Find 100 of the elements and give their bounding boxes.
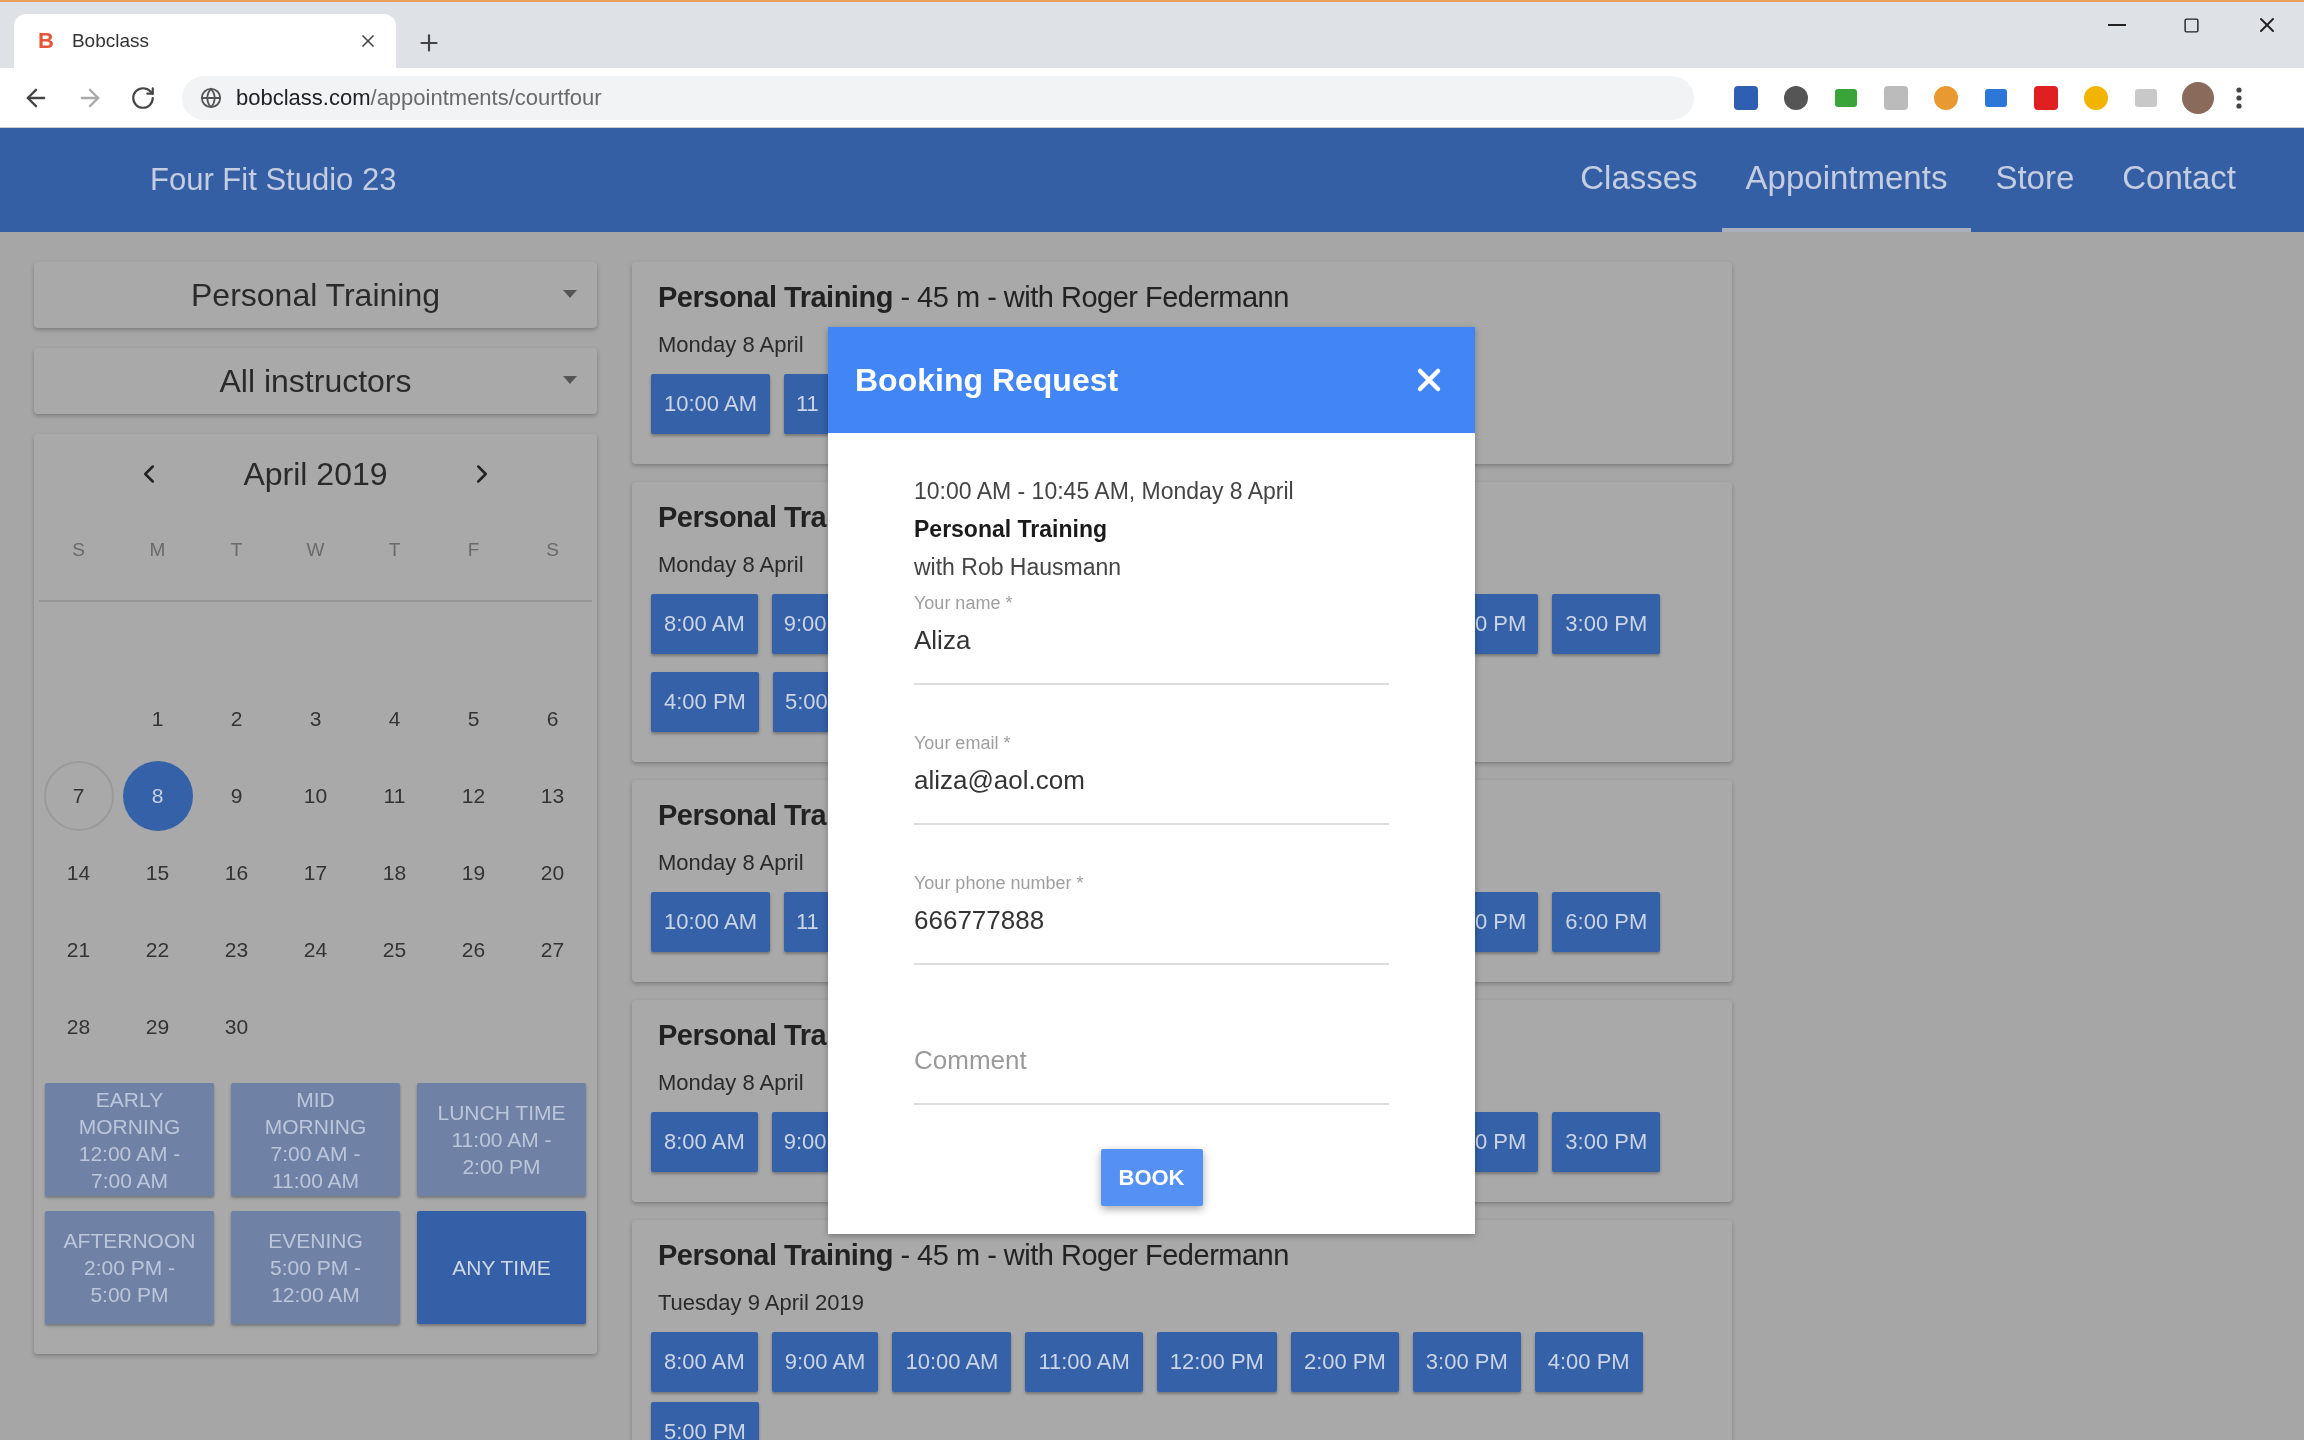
address-bar[interactable]: bobclass.com/appointments/courtfour: [182, 75, 1694, 120]
calendar-day[interactable]: 12: [438, 760, 509, 831]
session-title: Personal Training - 45 m - with Roger Federmann: [657, 280, 1289, 315]
session-title: Personal Tra: [657, 798, 827, 833]
calendar-day[interactable]: 28: [43, 991, 114, 1062]
time-slot-button[interactable]: 9:00 AM: [771, 1332, 879, 1392]
time-slot-button[interactable]: 5:00: [772, 672, 828, 732]
time-slot-button[interactable]: 4:00 PM: [1534, 1332, 1643, 1392]
calendar-day[interactable]: 7: [43, 760, 114, 831]
calendar-day[interactable]: 6: [517, 683, 588, 754]
field-label: Your phone number *: [914, 872, 1084, 895]
weekday-label: M: [118, 500, 197, 602]
time-slot-button[interactable]: 5:00 PM: [651, 1402, 759, 1440]
calendar-day[interactable]: 5: [438, 683, 509, 754]
time-range-button[interactable]: LUNCH TIME 11:00 AM - 2:00 PM: [417, 1083, 586, 1196]
session-date: Tuesday 9 April 2019: [657, 1290, 864, 1316]
calendar-day[interactable]: 13: [517, 760, 588, 831]
input-field[interactable]: Comment: [914, 1035, 1389, 1105]
time-slot-button[interactable]: 4:00 PM: [651, 672, 759, 732]
calendar-day[interactable]: 11: [359, 760, 430, 831]
time-slot-button[interactable]: 8:00 AM: [651, 1112, 758, 1172]
time-slot-button[interactable]: 8:00 AM: [651, 594, 758, 654]
calendar-day[interactable]: 18: [359, 837, 430, 908]
instructor-select[interactable]: All instructors: [34, 348, 597, 414]
time-slot-button[interactable]: 10:00 AM: [892, 1332, 1012, 1392]
weekday-label: T: [197, 500, 276, 602]
time-slot-button[interactable]: 9:00: [771, 1112, 828, 1172]
time-slot-button[interactable]: 11: [783, 892, 828, 952]
time-range-button[interactable]: EARLY MORNING 12:00 AM - 7:00 AM: [45, 1083, 214, 1196]
menu-button[interactable]: [2236, 86, 2242, 109]
calendar-day[interactable]: 17: [280, 837, 351, 908]
time-slot-button[interactable]: 6:00 PM: [1552, 892, 1661, 952]
time-slot-button[interactable]: 2:00 PM: [1290, 1332, 1399, 1392]
minimize-icon: [2107, 24, 2126, 26]
calendar-day[interactable]: 15: [122, 837, 193, 908]
calendar-day[interactable]: 10: [280, 760, 351, 831]
input-field[interactable]: Aliza: [914, 615, 1389, 685]
calendar-day[interactable]: 19: [438, 837, 509, 908]
time-slot-button[interactable]: 8:00 AM: [651, 1332, 758, 1392]
extension-icon[interactable]: [1782, 83, 1810, 112]
calendar-day[interactable]: 14: [43, 837, 114, 908]
time-slot-button[interactable]: 12:00 PM: [1156, 1332, 1277, 1392]
nav-link[interactable]: Classes: [1556, 128, 1722, 232]
browser-tab[interactable]: B Bobclass: [14, 14, 396, 68]
booking-instructor: with Rob Hausmann: [914, 553, 1122, 582]
time-slot-button[interactable]: 11: [783, 374, 828, 434]
calendar-day[interactable]: 30: [201, 991, 272, 1062]
time-range-button[interactable]: AFTERNOON 2:00 PM - 5:00 PM: [45, 1211, 214, 1324]
input-field[interactable]: aliza@aol.com: [914, 755, 1389, 825]
calendar-day[interactable]: 8: [122, 760, 193, 831]
nav-link[interactable]: Contact: [2098, 128, 2260, 232]
book-button[interactable]: BOOK: [1100, 1149, 1203, 1206]
nav-link[interactable]: Appointments: [1721, 128, 1972, 232]
booking-class: Personal Training: [914, 515, 1107, 544]
session-title: Personal Tra: [657, 1018, 827, 1053]
calendar-day[interactable]: 24: [280, 914, 351, 985]
maximize-icon: [2183, 16, 2200, 34]
time-slot-button[interactable]: 3:00 PM: [1552, 594, 1661, 654]
site-brand[interactable]: Four Fit Studio 23: [150, 162, 397, 198]
class-type-select[interactable]: Personal Training: [34, 262, 597, 328]
extension-icon[interactable]: [2032, 83, 2060, 112]
session-date: Monday 8 April: [657, 850, 804, 876]
time-slot-button[interactable]: 10:00 AM: [651, 892, 770, 952]
time-slot-button[interactable]: 3:00 PM: [1412, 1332, 1521, 1392]
calendar-day[interactable]: 27: [517, 914, 588, 985]
time-range-button[interactable]: MID MORNING 7:00 AM - 11:00 AM: [231, 1083, 400, 1196]
field-label: Your email *: [914, 732, 1011, 755]
profile-avatar[interactable]: [2182, 81, 2214, 114]
calendar-day[interactable]: 9: [201, 760, 272, 831]
calendar-day[interactable]: 4: [359, 683, 430, 754]
extension-icon[interactable]: [1732, 83, 1760, 112]
reload-button[interactable]: [130, 84, 156, 111]
calendar-day[interactable]: 26: [438, 914, 509, 985]
input-field[interactable]: 666777888: [914, 895, 1389, 965]
time-slot-button[interactable]: 0 PM: [1475, 594, 1539, 654]
calendar-day[interactable]: 16: [201, 837, 272, 908]
time-slot-button[interactable]: 9:00: [771, 594, 828, 654]
calendar-day[interactable]: 20: [517, 837, 588, 908]
time-slot-button[interactable]: 10:00 AM: [651, 374, 770, 434]
calendar-day[interactable]: 25: [359, 914, 430, 985]
time-range-button[interactable]: EVENING 5:00 PM - 12:00 AM: [231, 1211, 400, 1324]
time-slot-button[interactable]: 3:00 PM: [1552, 1112, 1661, 1172]
weekday-label: S: [513, 500, 592, 602]
calendar-day[interactable]: 22: [122, 914, 193, 985]
globe-icon: [200, 86, 222, 109]
time-slot-button[interactable]: 0 PM: [1475, 892, 1539, 952]
calendar-day[interactable]: 21: [43, 914, 114, 985]
calendar-day[interactable]: 3: [280, 683, 351, 754]
calendar-day[interactable]: 29: [122, 991, 193, 1062]
time-slot-button[interactable]: 0 PM: [1475, 1112, 1539, 1172]
calendar-day[interactable]: 2: [201, 683, 272, 754]
weekday-label: S: [39, 500, 118, 602]
time-slot-button[interactable]: 11:00 AM: [1025, 1332, 1143, 1392]
time-range-button[interactable]: ANY TIME: [417, 1211, 586, 1324]
calendar-day[interactable]: 23: [201, 914, 272, 985]
month-title: April 2019: [243, 455, 388, 493]
weekday-label: T: [355, 500, 434, 602]
nav-link[interactable]: Store: [1971, 128, 2099, 232]
weekday-label: W: [276, 500, 355, 602]
calendar-day[interactable]: 1: [122, 683, 193, 754]
